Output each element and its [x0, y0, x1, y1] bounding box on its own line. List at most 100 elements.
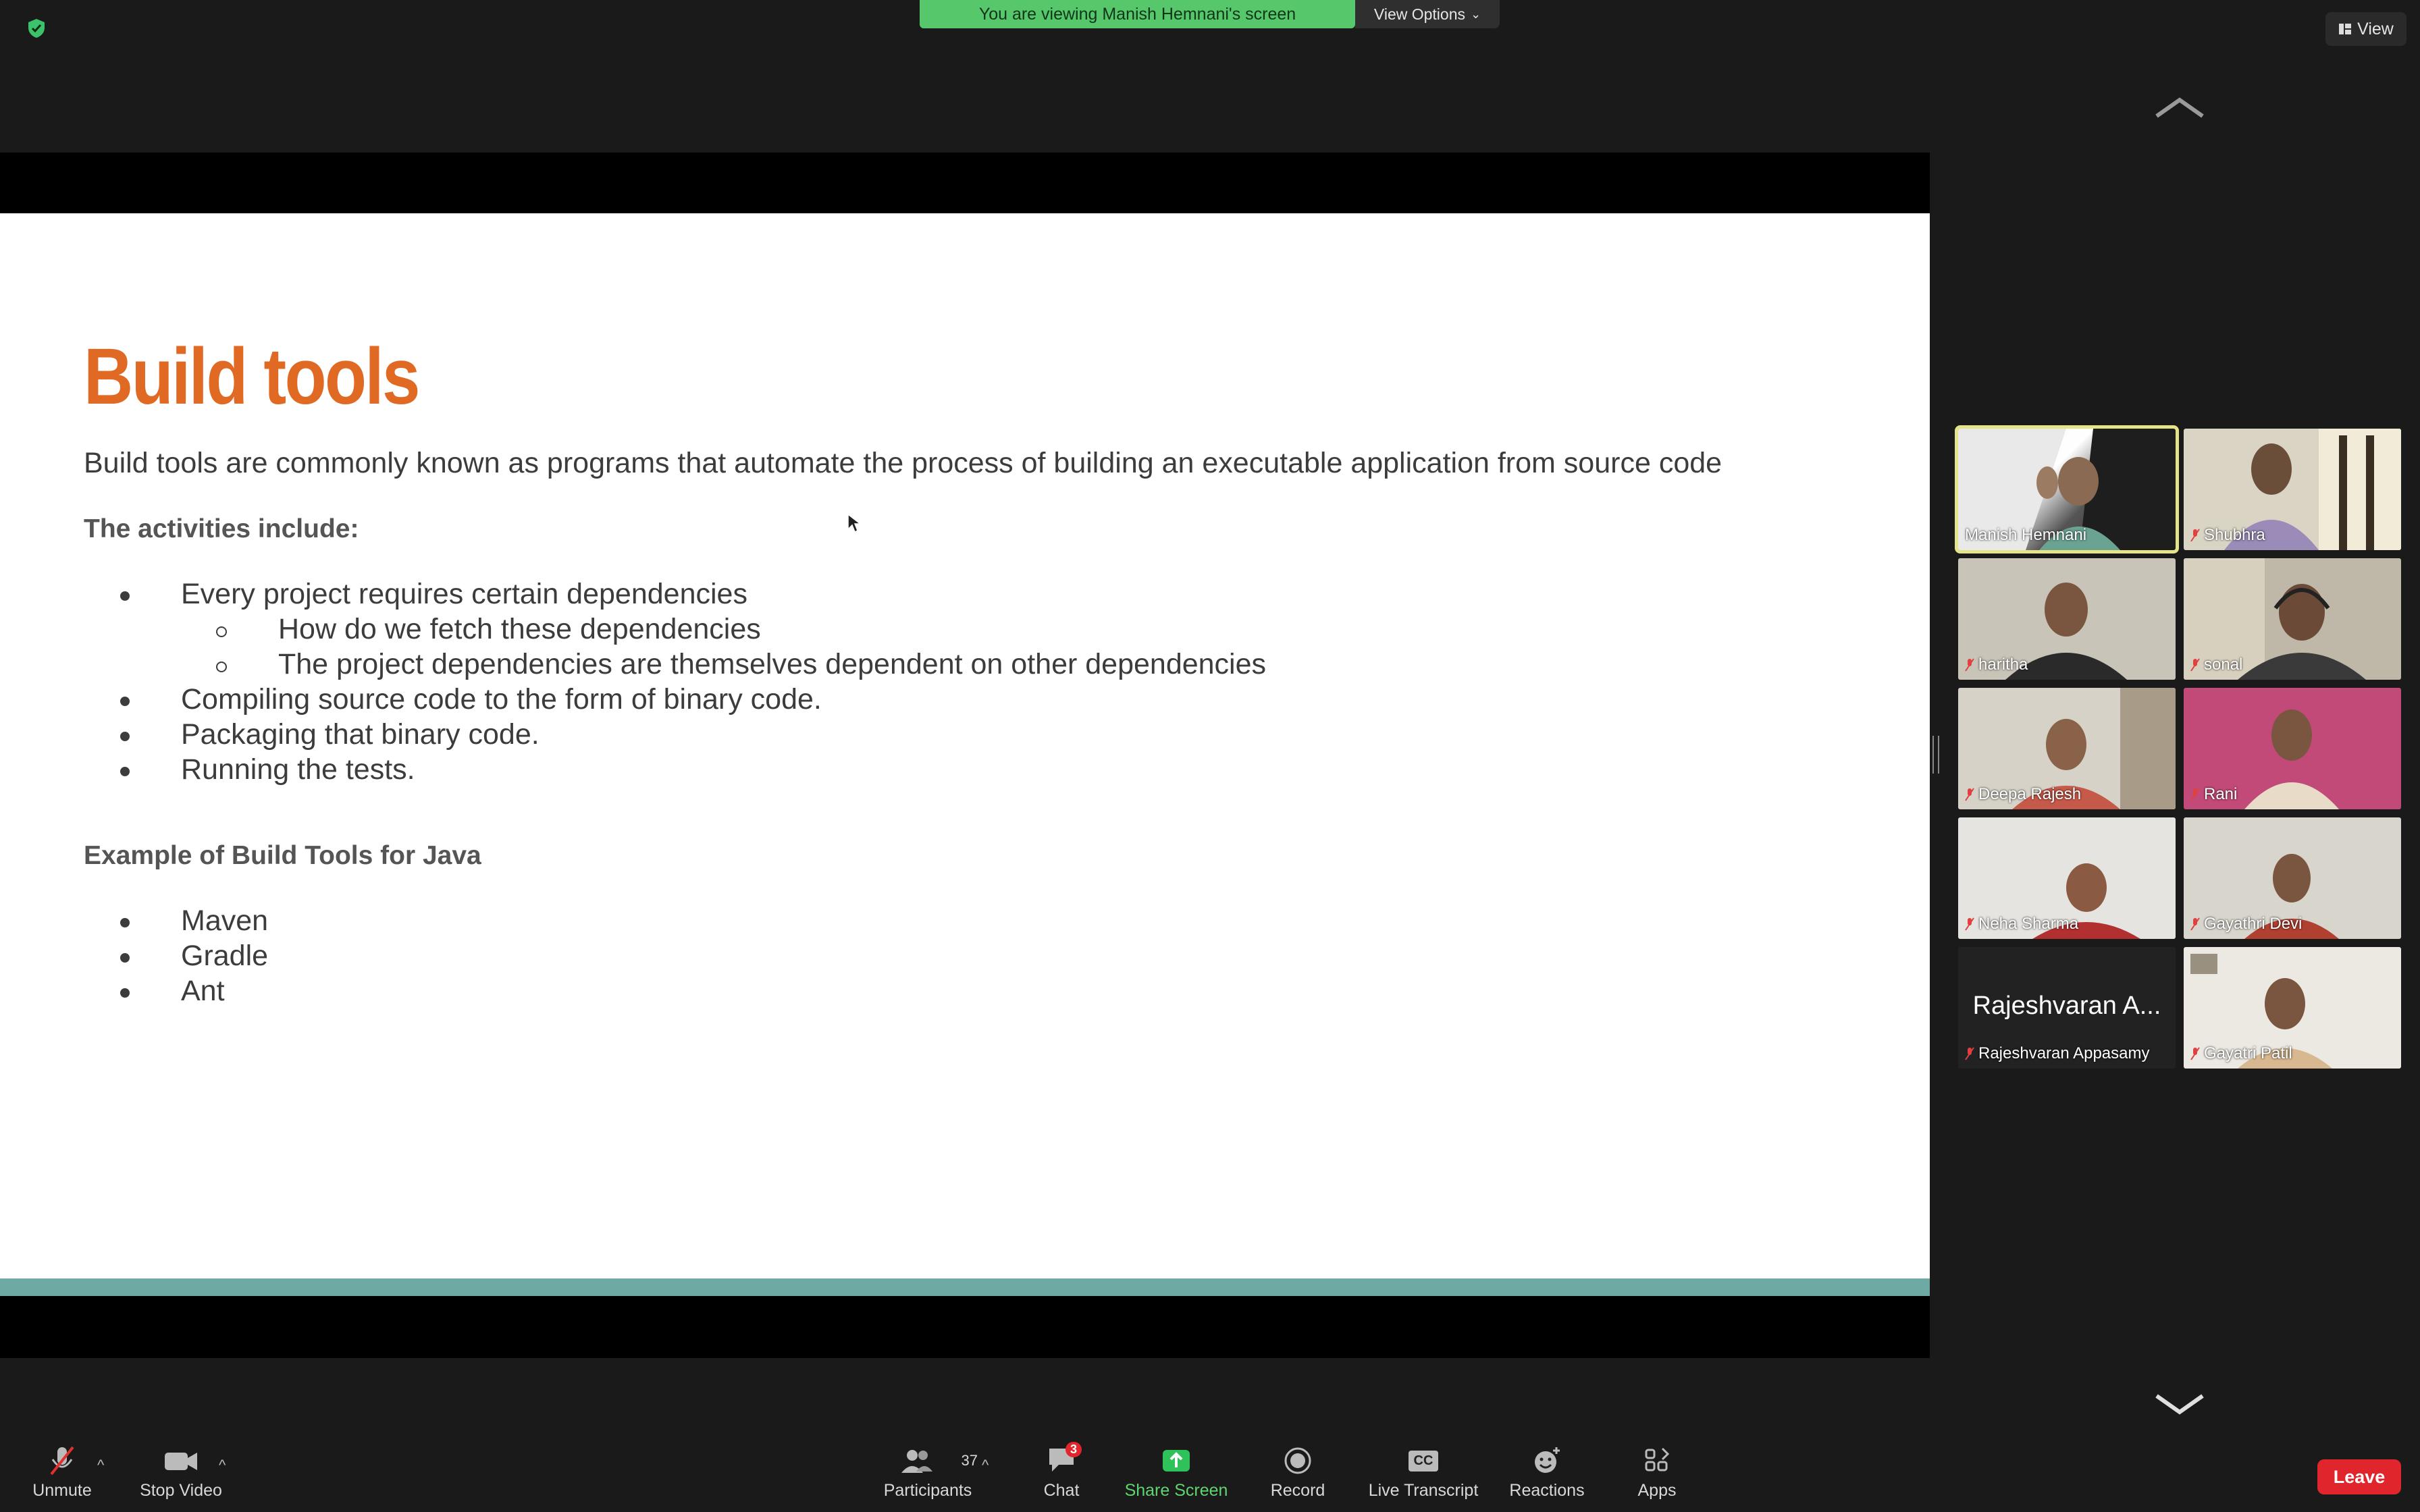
activities-heading: The activities include: — [84, 514, 359, 543]
participant-name: haritha — [1978, 655, 2028, 674]
share-screen-icon — [1163, 1450, 1190, 1472]
participant-name-label: sonal — [2190, 655, 2242, 674]
stop-video-button[interactable]: Stop Video — [132, 1444, 230, 1501]
activity-subitem: The project dependencies are themselves … — [278, 648, 1267, 680]
participants-options-caret-icon[interactable]: ^ — [982, 1457, 989, 1474]
activity-subitem: How do we fetch these dependencies — [278, 613, 761, 645]
participant-name-label: Neha Sharma — [1965, 915, 2078, 934]
muted-mic-icon — [2190, 787, 2200, 802]
bullet-dot — [120, 732, 130, 741]
leave-button[interactable]: Leave — [2317, 1459, 2401, 1494]
share-screen-label: Share Screen — [1124, 1481, 1228, 1500]
scroll-up-icon[interactable] — [2154, 94, 2205, 122]
view-layout-icon — [2339, 24, 2352, 34]
participant-name-label: Deepa Rajesh — [1965, 785, 2081, 804]
record-button[interactable]: Record — [1263, 1444, 1333, 1501]
reactions-button[interactable]: Reactions — [1503, 1444, 1591, 1501]
bullet-dot — [120, 591, 130, 601]
participant-name: Neha Sharma — [1978, 915, 2079, 933]
muted-mic-icon — [1965, 1046, 1974, 1061]
slide-subtitle: Build tools are commonly known as progra… — [84, 447, 1722, 479]
bullet-dot — [120, 767, 130, 776]
bullet-ring — [216, 626, 227, 637]
participant-name: sonal — [2204, 655, 2243, 674]
video-tile[interactable]: Deepa Rajesh — [1958, 688, 2176, 809]
panel-resize-handle[interactable] — [1932, 736, 1939, 774]
participant-name: Gayathri Devi — [2204, 915, 2303, 933]
participant-name-label: Shubhra — [2190, 526, 2265, 545]
muted-mic-icon — [1965, 657, 1974, 672]
stop-video-label: Stop Video — [140, 1481, 222, 1500]
viewing-screen-banner: You are viewing Manish Hemnani's screen — [920, 0, 1355, 28]
microphone-muted-icon — [50, 1446, 74, 1476]
video-tile-active-speaker[interactable]: Manish Hemnani — [1955, 425, 2179, 554]
video-tile[interactable]: Shubhra — [2184, 429, 2401, 550]
video-tile-no-video[interactable]: Rajeshvaran A... Rajeshvaran Appasamy — [1958, 947, 2176, 1069]
view-label: View — [2357, 19, 2394, 38]
share-screen-button[interactable]: Share Screen — [1121, 1444, 1232, 1501]
bullet-dot — [120, 953, 130, 963]
unmute-button[interactable]: Unmute — [27, 1444, 97, 1501]
participants-button[interactable]: 37 Participants — [878, 1444, 978, 1501]
participant-name: Gayatri Patil — [2204, 1044, 2292, 1062]
activity-item: Packaging that binary code. — [181, 718, 540, 751]
participant-name-label: Rajeshvaran Appasamy — [1965, 1044, 2149, 1063]
record-icon — [1284, 1447, 1311, 1474]
closed-captions-icon: CC — [1408, 1450, 1439, 1472]
apps-label: Apps — [1637, 1481, 1677, 1500]
audio-options-caret-icon[interactable]: ^ — [97, 1457, 104, 1474]
example-heading: Example of Build Tools for Java — [84, 841, 481, 870]
example-item: Ant — [181, 975, 225, 1007]
video-tile[interactable]: Rani — [2184, 688, 2401, 809]
video-tile[interactable]: sonal — [2184, 558, 2401, 680]
participant-name-label: Gayathri Devi — [2190, 915, 2302, 934]
video-tile[interactable]: Neha Sharma — [1958, 817, 2176, 939]
participant-name-label: Gayatri Patil — [2190, 1044, 2292, 1063]
apps-button[interactable]: Apps — [1627, 1444, 1687, 1501]
security-shield-icon[interactable] — [26, 18, 47, 39]
activity-item: Compiling source code to the form of bin… — [181, 683, 822, 716]
video-options-caret-icon[interactable]: ^ — [219, 1457, 226, 1474]
bullet-ring — [216, 662, 227, 672]
participants-icon — [901, 1450, 932, 1473]
chat-button[interactable]: 3 Chat — [1033, 1442, 1090, 1501]
participants-count: 37 — [961, 1452, 978, 1469]
muted-mic-icon — [2190, 917, 2200, 932]
participant-name: Rani — [2204, 785, 2238, 803]
chat-notification-badge: 3 — [1066, 1442, 1082, 1457]
view-options-label: View Options — [1373, 5, 1465, 23]
view-button[interactable]: View — [2325, 12, 2406, 46]
video-camera-icon — [165, 1453, 197, 1470]
video-tile[interactable]: Gayathri Devi — [2184, 817, 2401, 939]
chevron-down-icon: ⌄ — [1471, 7, 1481, 21]
reactions-smiley-icon — [1535, 1447, 1560, 1473]
live-transcript-label: Live Transcript — [1368, 1481, 1479, 1500]
muted-mic-icon — [2190, 657, 2200, 672]
reactions-label: Reactions — [1509, 1481, 1585, 1500]
chat-label: Chat — [1043, 1481, 1080, 1500]
apps-grid-icon — [1645, 1447, 1670, 1472]
muted-mic-icon — [2190, 528, 2200, 543]
unmute-label: Unmute — [32, 1481, 92, 1500]
participant-display-name: Rajeshvaran A... — [1972, 992, 2161, 1020]
mouse-cursor-icon — [847, 513, 862, 533]
participant-name: Rajeshvaran Appasamy — [1978, 1044, 2150, 1062]
view-options-button[interactable]: View Options ⌄ — [1355, 0, 1500, 28]
scroll-down-icon[interactable] — [2154, 1390, 2205, 1418]
example-item: Maven — [181, 905, 269, 937]
participant-name: Deepa Rajesh — [1978, 785, 2082, 803]
slide-footer-stripe — [0, 1278, 1930, 1296]
muted-mic-icon — [1965, 917, 1974, 932]
participant-name: Shubhra — [2204, 526, 2265, 544]
live-transcript-button[interactable]: CC Live Transcript — [1361, 1444, 1485, 1501]
bullet-dot — [120, 988, 130, 998]
bullet-dot — [120, 697, 130, 706]
activity-item: Running the tests. — [181, 753, 415, 786]
example-item: Gradle — [181, 940, 269, 972]
participants-label: Participants — [883, 1481, 972, 1500]
muted-mic-icon — [1965, 787, 1974, 802]
video-tile[interactable]: haritha — [1958, 558, 2176, 680]
record-label: Record — [1270, 1481, 1325, 1500]
video-tile[interactable]: Gayatri Patil — [2184, 947, 2401, 1069]
participant-name-label: Rani — [2190, 785, 2237, 804]
